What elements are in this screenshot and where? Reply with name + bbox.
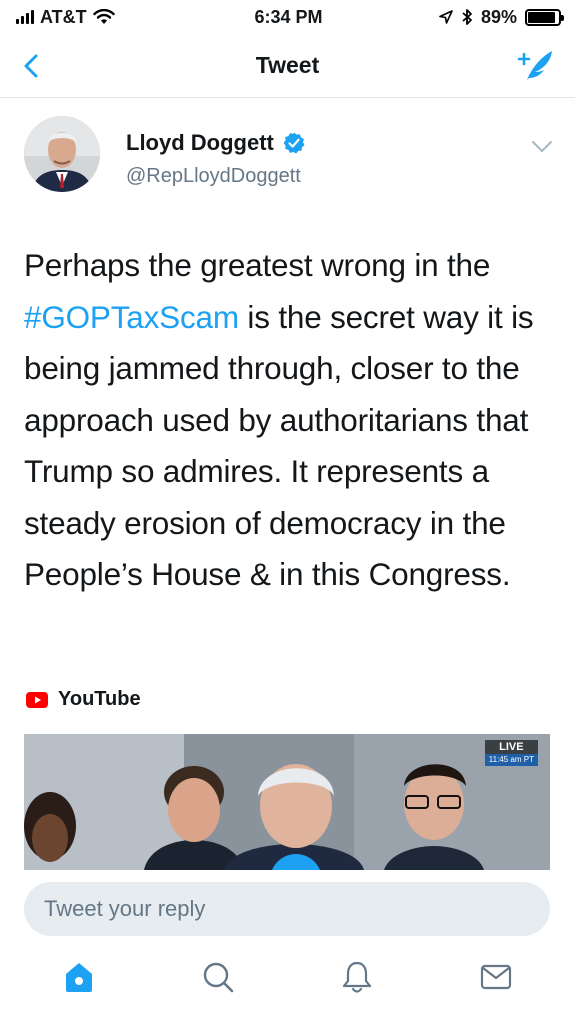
notifications-icon xyxy=(342,961,371,993)
status-time: 6:34 PM xyxy=(254,6,323,27)
signal-icon xyxy=(16,10,34,24)
tab-search[interactable] xyxy=(188,947,248,1007)
card-source-label: YouTube xyxy=(58,688,141,710)
page-title: Tweet xyxy=(255,52,320,78)
navigation-bar: Tweet xyxy=(0,34,575,98)
reply-input[interactable] xyxy=(24,882,550,936)
status-bar: AT&T 6:34 PM 89% xyxy=(0,0,575,34)
author-handle[interactable]: @RepLloydDoggett xyxy=(126,165,301,188)
location-icon xyxy=(439,10,453,24)
live-badge: LIVE 11:45 am PT xyxy=(484,740,538,766)
tab-bar xyxy=(0,940,575,1024)
live-label: LIVE xyxy=(499,741,524,753)
bluetooth-icon xyxy=(462,9,472,25)
video-thumbnail[interactable]: LIVE 11:45 am PT xyxy=(24,734,550,870)
avatar[interactable] xyxy=(24,116,100,192)
video-image xyxy=(24,734,550,870)
status-left: AT&T xyxy=(16,7,216,28)
tab-notifications[interactable] xyxy=(327,947,387,1007)
chevron-left-icon[interactable] xyxy=(18,52,46,80)
compose-tweet-icon[interactable] xyxy=(517,48,555,82)
tweet-text: Perhaps the greatest wrong in the #GOPTa… xyxy=(24,240,554,601)
author-name-row[interactable]: Lloyd Doggett xyxy=(126,130,306,156)
live-time: 11:45 am PT xyxy=(484,754,538,766)
avatar-image xyxy=(24,116,100,192)
tab-messages[interactable] xyxy=(466,947,526,1007)
search-icon xyxy=(203,962,234,993)
chevron-down-icon[interactable] xyxy=(531,140,553,154)
wifi-icon xyxy=(92,9,115,24)
tweet-text-before: Perhaps the greatest wrong in the xyxy=(24,247,491,283)
card-source[interactable]: YouTube xyxy=(26,688,141,711)
verified-badge-icon xyxy=(283,132,305,154)
reply-bar xyxy=(0,870,575,940)
youtube-icon xyxy=(26,691,48,708)
author-name[interactable]: Lloyd Doggett xyxy=(126,130,274,156)
hashtag-link[interactable]: #GOPTaxScam xyxy=(24,299,239,335)
battery-icon xyxy=(525,8,564,26)
battery-level-fill xyxy=(528,11,555,23)
carrier-label: AT&T xyxy=(40,6,87,27)
tweet-text-after: is the secret way it is being jammed thr… xyxy=(24,298,534,593)
status-right: 89% xyxy=(361,6,564,28)
home-icon xyxy=(66,963,93,992)
battery-percent: 89% xyxy=(480,6,517,27)
messages-icon xyxy=(480,964,511,990)
tab-home[interactable] xyxy=(49,947,109,1007)
